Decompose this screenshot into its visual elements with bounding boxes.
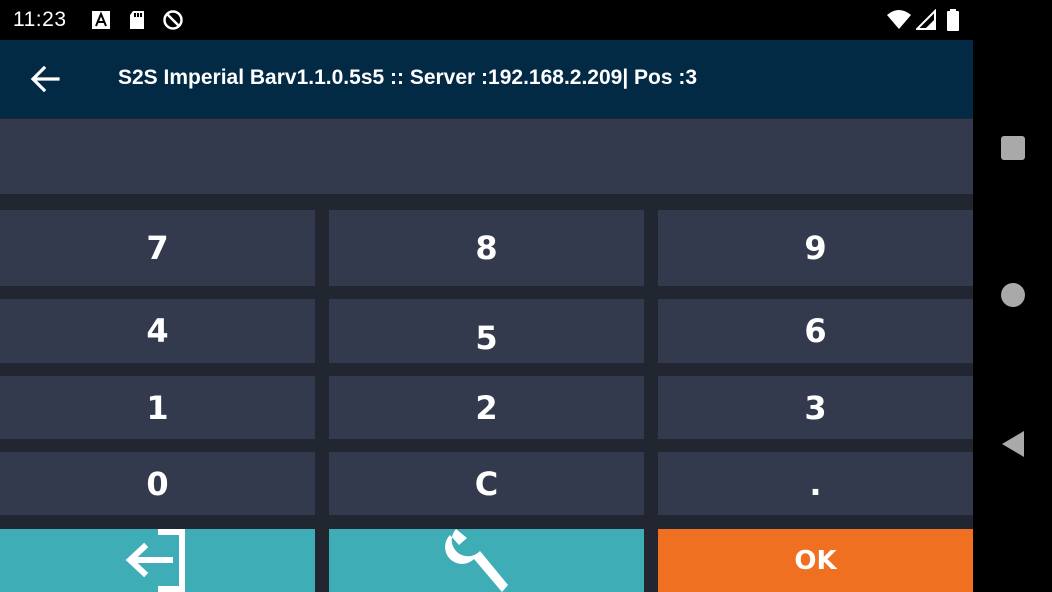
nav-back-button[interactable] (973, 414, 1052, 474)
sd-card-icon (130, 11, 144, 29)
key-clear[interactable]: C (329, 452, 644, 515)
no-sync-icon (163, 10, 183, 30)
key-3[interactable]: 3 (658, 376, 973, 439)
back-arrow-icon[interactable] (28, 62, 64, 96)
key-8[interactable]: 8 (329, 210, 644, 286)
key-4[interactable]: 4 (0, 299, 315, 363)
app-title: S2S Imperial Barv1.1.0.5s5 :: Server :19… (118, 66, 698, 89)
home-button[interactable] (973, 265, 1052, 325)
signal-icon (916, 9, 936, 30)
status-time: 11:23 (13, 8, 67, 31)
back-icon (1001, 431, 1024, 457)
home-icon (1000, 283, 1025, 307)
ok-button[interactable]: OK (658, 529, 973, 592)
key-5[interactable]: 5 (329, 299, 644, 363)
logout-icon (125, 529, 185, 592)
wrench-icon (444, 529, 508, 592)
key-decimal[interactable]: . (658, 452, 973, 515)
key-0[interactable]: 0 (0, 452, 315, 515)
app-bar: S2S Imperial Barv1.1.0.5s5 :: Server :19… (0, 40, 973, 118)
key-9[interactable]: 9 (658, 210, 973, 286)
recents-button[interactable] (973, 118, 1052, 178)
settings-button[interactable] (329, 529, 644, 592)
battery-icon (947, 9, 959, 31)
system-nav-bar (973, 0, 1052, 592)
wifi-icon (887, 10, 911, 29)
exit-button[interactable] (0, 529, 315, 592)
key-2[interactable]: 2 (329, 376, 644, 439)
amount-display[interactable] (0, 119, 973, 194)
app-window: S2S Imperial Barv1.1.0.5s5 :: Server :19… (0, 40, 973, 592)
key-7[interactable]: 7 (0, 210, 315, 286)
key-1[interactable]: 1 (0, 376, 315, 439)
recents-icon (1000, 136, 1025, 160)
font-a-icon (92, 11, 110, 29)
status-bar: 11:23 (0, 0, 973, 40)
key-6[interactable]: 6 (658, 299, 973, 363)
